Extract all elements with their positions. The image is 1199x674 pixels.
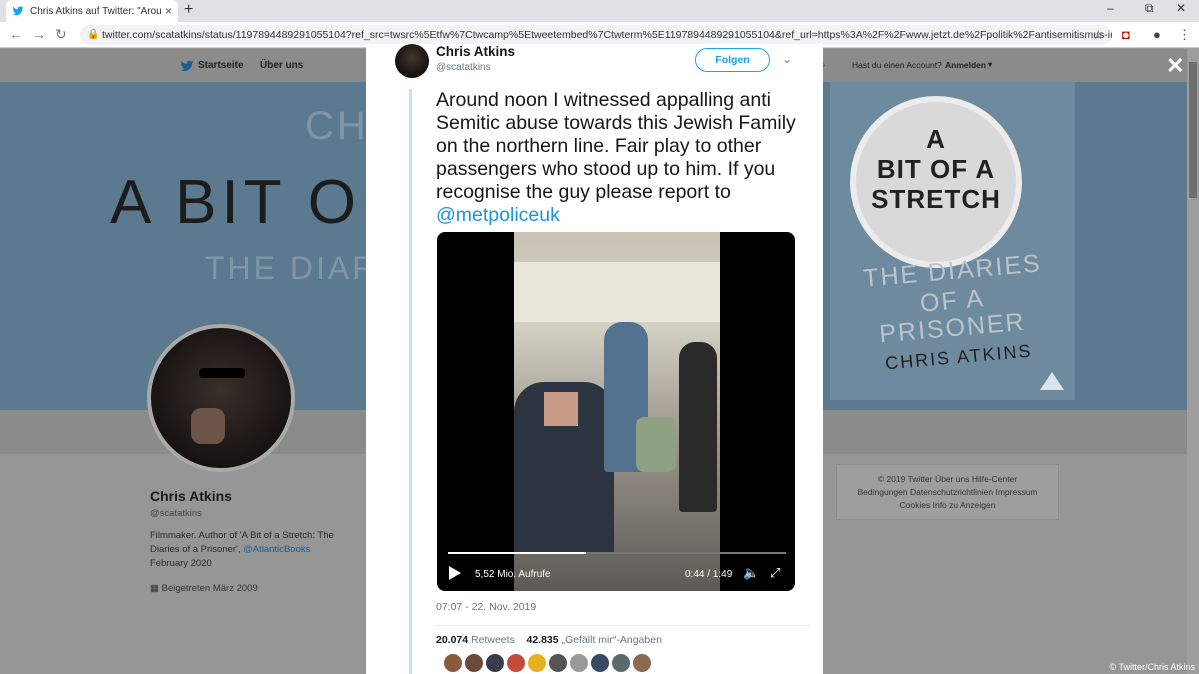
tweet-timestamp[interactable]: 07:07 - 22. Nov. 2019	[436, 601, 536, 613]
bookmark-star-icon[interactable]: ☆	[1092, 25, 1104, 45]
book-title-line-1: A	[926, 124, 946, 154]
video-time: 0:44 / 1:49	[685, 569, 733, 580]
profile-icon[interactable]: ●	[1153, 27, 1161, 42]
follow-button[interactable]: Folgen	[695, 48, 770, 72]
browser-tabstrip: Chris Atkins auf Twitter: "Around noon I…	[0, 0, 1199, 22]
liker-avatar[interactable]	[633, 654, 651, 672]
liker-avatar[interactable]	[570, 654, 588, 672]
address-bar[interactable]: 🔒 twitter.com/scatatkins/status/11978944…	[80, 25, 1112, 45]
retweets-count[interactable]: 20.074	[436, 634, 468, 646]
tab-close-icon[interactable]: ×	[165, 4, 172, 18]
nav-home[interactable]: Startseite	[198, 60, 244, 71]
book-title-line-2: BIT OF A	[876, 154, 996, 184]
bio-date: February 2020	[150, 558, 212, 569]
liker-avatar[interactable]	[549, 654, 567, 672]
thread-line	[409, 89, 412, 674]
image-credit: © Twitter/Chris Atkins	[1109, 662, 1196, 672]
scrollbar-thumb[interactable]	[1189, 62, 1197, 198]
video-progress-bar[interactable]	[448, 552, 786, 554]
video-views: 5,52 Mio. Aufrufe	[475, 569, 551, 580]
lock-icon: 🔒	[87, 29, 100, 40]
chevron-down-icon[interactable]: ⌄	[782, 52, 792, 66]
liker-avatar[interactable]	[591, 654, 609, 672]
maximize-button[interactable]: ⧉	[1145, 1, 1154, 16]
footer-line-3[interactable]: Cookies Info zu Anzeigen	[837, 499, 1058, 512]
video-bag	[636, 417, 676, 472]
account-prompt: Hast du einen Account?	[852, 60, 942, 70]
profile-bio: Filmmaker. Author of 'A Bit of a Stretch…	[150, 530, 334, 569]
avatar-hand	[191, 408, 225, 444]
retweets-label[interactable]: Retweets	[471, 634, 515, 646]
book-cover: A BIT OF A STRETCH THE DIARIES OF A PRIS…	[830, 82, 1075, 400]
video-player[interactable]: 5,52 Mio. Aufrufe 0:44 / 1:49 🔈 ⤢	[437, 232, 795, 591]
bio-link[interactable]: @AtlanticBooks	[243, 544, 310, 555]
calendar-icon: ▦	[150, 583, 159, 594]
page-scrollbar[interactable]	[1187, 48, 1199, 674]
fullscreen-icon[interactable]: ⤢	[770, 565, 780, 581]
liker-avatar[interactable]	[486, 654, 504, 672]
likes-label[interactable]: „Gefällt mir“-Angaben	[562, 634, 662, 646]
back-arrow-icon[interactable]: ←	[9, 26, 23, 42]
banner-text-2: A BIT OI	[110, 168, 384, 237]
tab-title: Chris Atkins auf Twitter: "Around noon I	[30, 5, 161, 17]
video-blurred-face	[544, 392, 578, 426]
video-woman	[679, 342, 717, 512]
joined-text: Beigetreten März 2009	[161, 583, 258, 594]
profile-joined: ▦ Beigetreten März 2009	[150, 583, 258, 594]
tweet-modal: Chris Atkins @scatatkins Folgen ⌄ Around…	[366, 44, 823, 674]
twitter-bird-icon	[12, 6, 24, 16]
nav-about[interactable]: Über uns	[260, 60, 303, 71]
tweet-text: Around noon I witnessed appalling anti S…	[436, 89, 811, 227]
new-tab-button[interactable]: +	[184, 1, 193, 19]
footer-line-1[interactable]: © 2019 Twitter Über uns Hilfe-Center	[837, 473, 1058, 486]
video-progress-fill	[448, 552, 587, 554]
browser-tab[interactable]: Chris Atkins auf Twitter: "Around noon I…	[6, 0, 178, 22]
banner-text-3: THE DIARI	[205, 250, 391, 286]
profile-handle[interactable]: @scatatkins	[150, 508, 202, 519]
liker-avatar[interactable]	[528, 654, 546, 672]
window-close-button[interactable]: ✕	[1176, 1, 1186, 15]
divider	[436, 625, 811, 626]
tweet-mention[interactable]: @metpoliceuk	[436, 204, 811, 227]
profile-name[interactable]: Chris Atkins	[150, 488, 232, 504]
liker-avatar[interactable]	[612, 654, 630, 672]
overlay-close-button[interactable]: ✕	[1166, 53, 1184, 79]
tweet-stats: 20.074 Retweets 42.835 „Gefällt mir“-Ang…	[436, 634, 662, 646]
minimize-button[interactable]: –	[1107, 1, 1114, 15]
play-icon[interactable]	[449, 566, 461, 580]
twitter-nav-bird-icon	[180, 60, 194, 72]
video-frame	[514, 232, 720, 591]
liker-avatar[interactable]	[465, 654, 483, 672]
tweet-body: Around noon I witnessed appalling anti S…	[436, 89, 796, 203]
profile-avatar[interactable]	[147, 324, 295, 472]
menu-dots-icon[interactable]: ⋮	[1178, 27, 1191, 43]
extension-icon[interactable]: ◘	[1122, 27, 1130, 42]
tweet-author-name[interactable]: Chris Atkins	[436, 44, 515, 59]
avatar-glasses	[199, 368, 245, 378]
bowl-graphic: A BIT OF A STRETCH	[850, 96, 1022, 268]
tweet-author-avatar[interactable]	[395, 44, 429, 78]
book-title-line-3: STRETCH	[871, 184, 1001, 214]
tweet-author-handle[interactable]: @scatatkins	[436, 62, 491, 73]
liker-avatar[interactable]	[444, 654, 462, 672]
footer-links: © 2019 Twitter Über uns Hilfe-Center Bed…	[836, 464, 1059, 520]
login-link[interactable]: Anmelden	[945, 60, 986, 70]
login-caret-icon[interactable]: ▾	[988, 60, 992, 69]
publisher-logo-icon	[1040, 372, 1064, 390]
url-text: twitter.com/scatatkins/status/1197894489…	[102, 29, 1112, 41]
video-window-area	[514, 262, 720, 322]
forward-arrow-icon[interactable]: →	[32, 26, 46, 42]
liker-avatar[interactable]	[507, 654, 525, 672]
footer-line-2[interactable]: Bedingungen Datenschutzrichtlinien Impre…	[837, 486, 1058, 499]
reload-icon[interactable]: ↻	[55, 26, 67, 43]
likes-count[interactable]: 42.835	[527, 634, 559, 646]
volume-icon[interactable]: 🔈	[743, 565, 759, 581]
